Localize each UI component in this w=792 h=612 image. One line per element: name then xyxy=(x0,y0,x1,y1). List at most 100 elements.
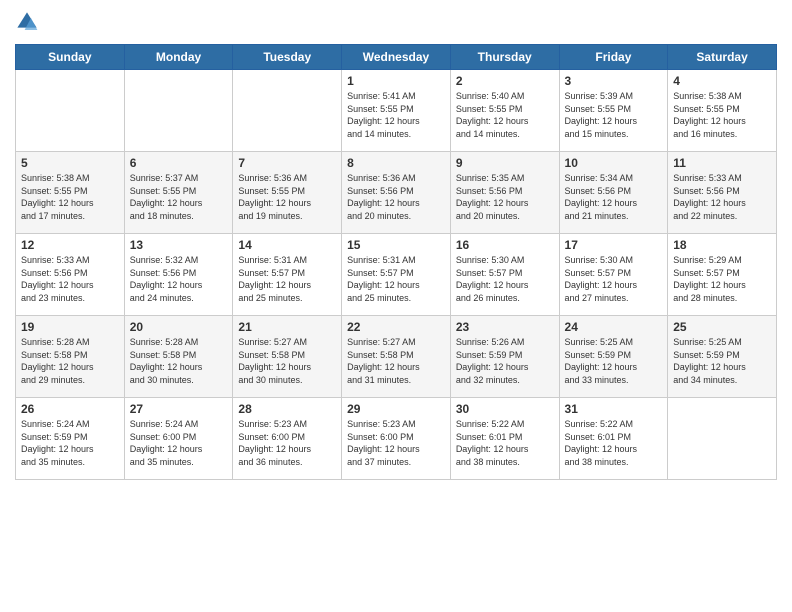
weekday-saturday: Saturday xyxy=(668,45,777,70)
weekday-sunday: Sunday xyxy=(16,45,125,70)
day-number: 4 xyxy=(673,74,771,88)
logo xyxy=(15,10,43,34)
day-number: 12 xyxy=(21,238,119,252)
day-info: Sunrise: 5:28 AM Sunset: 5:58 PM Dayligh… xyxy=(130,336,228,386)
calendar-cell: 27 Sunrise: 5:24 AM Sunset: 6:00 PM Dayli… xyxy=(124,398,233,480)
day-info: Sunrise: 5:32 AM Sunset: 5:56 PM Dayligh… xyxy=(130,254,228,304)
day-number: 21 xyxy=(238,320,336,334)
calendar-cell: 5 Sunrise: 5:38 AM Sunset: 5:55 PM Daylig… xyxy=(16,152,125,234)
calendar-cell: 4 Sunrise: 5:38 AM Sunset: 5:55 PM Daylig… xyxy=(668,70,777,152)
day-info: Sunrise: 5:36 AM Sunset: 5:56 PM Dayligh… xyxy=(347,172,445,222)
day-number: 27 xyxy=(130,402,228,416)
day-number: 2 xyxy=(456,74,554,88)
calendar-cell xyxy=(233,70,342,152)
day-info: Sunrise: 5:33 AM Sunset: 5:56 PM Dayligh… xyxy=(21,254,119,304)
calendar-cell xyxy=(16,70,125,152)
day-info: Sunrise: 5:22 AM Sunset: 6:01 PM Dayligh… xyxy=(565,418,663,468)
calendar-cell: 10 Sunrise: 5:34 AM Sunset: 5:56 PM Dayli… xyxy=(559,152,668,234)
calendar-cell: 2Sunrise: 5:40 AM Sunset: 5:55 PM Daylig… xyxy=(450,70,559,152)
day-number: 16 xyxy=(456,238,554,252)
day-info: Sunrise: 5:36 AM Sunset: 5:55 PM Dayligh… xyxy=(238,172,336,222)
day-info: Sunrise: 5:33 AM Sunset: 5:56 PM Dayligh… xyxy=(673,172,771,222)
day-info: Sunrise: 5:34 AM Sunset: 5:56 PM Dayligh… xyxy=(565,172,663,222)
day-info: Sunrise: 5:24 AM Sunset: 6:00 PM Dayligh… xyxy=(130,418,228,468)
calendar-cell xyxy=(668,398,777,480)
day-info: Sunrise: 5:27 AM Sunset: 5:58 PM Dayligh… xyxy=(238,336,336,386)
day-number: 23 xyxy=(456,320,554,334)
calendar-cell: 29Sunrise: 5:23 AM Sunset: 6:00 PM Dayli… xyxy=(342,398,451,480)
day-info: Sunrise: 5:38 AM Sunset: 5:55 PM Dayligh… xyxy=(673,90,771,140)
day-number: 11 xyxy=(673,156,771,170)
day-number: 9 xyxy=(456,156,554,170)
day-number: 24 xyxy=(565,320,663,334)
calendar-cell: 14 Sunrise: 5:31 AM Sunset: 5:57 PM Dayli… xyxy=(233,234,342,316)
day-number: 25 xyxy=(673,320,771,334)
day-number: 5 xyxy=(21,156,119,170)
day-info: Sunrise: 5:27 AM Sunset: 5:58 PM Dayligh… xyxy=(347,336,445,386)
day-info: Sunrise: 5:31 AM Sunset: 5:57 PM Dayligh… xyxy=(347,254,445,304)
calendar-cell: 15 Sunrise: 5:31 AM Sunset: 5:57 PM Dayli… xyxy=(342,234,451,316)
day-number: 7 xyxy=(238,156,336,170)
day-number: 19 xyxy=(21,320,119,334)
calendar-cell: 28 Sunrise: 5:23 AM Sunset: 6:00 PM Dayli… xyxy=(233,398,342,480)
calendar-cell: 16Sunrise: 5:30 AM Sunset: 5:57 PM Dayli… xyxy=(450,234,559,316)
day-info: Sunrise: 5:22 AM Sunset: 6:01 PM Dayligh… xyxy=(456,418,554,468)
day-info: Sunrise: 5:23 AM Sunset: 6:00 PM Dayligh… xyxy=(347,418,445,468)
day-info: Sunrise: 5:28 AM Sunset: 5:58 PM Dayligh… xyxy=(21,336,119,386)
calendar-cell: 30 Sunrise: 5:22 AM Sunset: 6:01 PM Dayli… xyxy=(450,398,559,480)
calendar-cell: 22Sunrise: 5:27 AM Sunset: 5:58 PM Dayli… xyxy=(342,316,451,398)
day-number: 3 xyxy=(565,74,663,88)
calendar-cell: 9Sunrise: 5:35 AM Sunset: 5:56 PM Daylig… xyxy=(450,152,559,234)
weekday-header-row: SundayMondayTuesdayWednesdayThursdayFrid… xyxy=(16,45,777,70)
calendar-cell: 17Sunrise: 5:30 AM Sunset: 5:57 PM Dayli… xyxy=(559,234,668,316)
day-info: Sunrise: 5:25 AM Sunset: 5:59 PM Dayligh… xyxy=(673,336,771,386)
page-container: SundayMondayTuesdayWednesdayThursdayFrid… xyxy=(0,0,792,490)
day-number: 10 xyxy=(565,156,663,170)
day-info: Sunrise: 5:23 AM Sunset: 6:00 PM Dayligh… xyxy=(238,418,336,468)
calendar-table: SundayMondayTuesdayWednesdayThursdayFrid… xyxy=(15,44,777,480)
day-info: Sunrise: 5:29 AM Sunset: 5:57 PM Dayligh… xyxy=(673,254,771,304)
day-info: Sunrise: 5:25 AM Sunset: 5:59 PM Dayligh… xyxy=(565,336,663,386)
day-number: 1 xyxy=(347,74,445,88)
day-info: Sunrise: 5:38 AM Sunset: 5:55 PM Dayligh… xyxy=(21,172,119,222)
calendar-cell: 31Sunrise: 5:22 AM Sunset: 6:01 PM Dayli… xyxy=(559,398,668,480)
calendar-week-0: 1 Sunrise: 5:41 AM Sunset: 5:55 PM Daylig… xyxy=(16,70,777,152)
calendar-cell: 19 Sunrise: 5:28 AM Sunset: 5:58 PM Dayli… xyxy=(16,316,125,398)
calendar-week-1: 5 Sunrise: 5:38 AM Sunset: 5:55 PM Daylig… xyxy=(16,152,777,234)
calendar-week-2: 12 Sunrise: 5:33 AM Sunset: 5:56 PM Dayli… xyxy=(16,234,777,316)
weekday-friday: Friday xyxy=(559,45,668,70)
weekday-tuesday: Tuesday xyxy=(233,45,342,70)
day-number: 26 xyxy=(21,402,119,416)
calendar-cell: 6Sunrise: 5:37 AM Sunset: 5:55 PM Daylig… xyxy=(124,152,233,234)
day-info: Sunrise: 5:26 AM Sunset: 5:59 PM Dayligh… xyxy=(456,336,554,386)
day-number: 8 xyxy=(347,156,445,170)
calendar-cell: 21 Sunrise: 5:27 AM Sunset: 5:58 PM Dayli… xyxy=(233,316,342,398)
header xyxy=(15,10,777,34)
logo-icon xyxy=(15,10,39,34)
calendar-cell: 8 Sunrise: 5:36 AM Sunset: 5:56 PM Daylig… xyxy=(342,152,451,234)
day-info: Sunrise: 5:24 AM Sunset: 5:59 PM Dayligh… xyxy=(21,418,119,468)
day-number: 28 xyxy=(238,402,336,416)
calendar-cell: 24 Sunrise: 5:25 AM Sunset: 5:59 PM Dayli… xyxy=(559,316,668,398)
calendar-week-3: 19 Sunrise: 5:28 AM Sunset: 5:58 PM Dayli… xyxy=(16,316,777,398)
day-number: 13 xyxy=(130,238,228,252)
calendar-cell: 18 Sunrise: 5:29 AM Sunset: 5:57 PM Dayli… xyxy=(668,234,777,316)
calendar-cell: 23 Sunrise: 5:26 AM Sunset: 5:59 PM Dayli… xyxy=(450,316,559,398)
day-number: 15 xyxy=(347,238,445,252)
calendar-cell: 25 Sunrise: 5:25 AM Sunset: 5:59 PM Dayli… xyxy=(668,316,777,398)
day-number: 20 xyxy=(130,320,228,334)
calendar-cell: 13 Sunrise: 5:32 AM Sunset: 5:56 PM Dayli… xyxy=(124,234,233,316)
weekday-wednesday: Wednesday xyxy=(342,45,451,70)
day-info: Sunrise: 5:37 AM Sunset: 5:55 PM Dayligh… xyxy=(130,172,228,222)
day-number: 30 xyxy=(456,402,554,416)
calendar-cell: 20 Sunrise: 5:28 AM Sunset: 5:58 PM Dayli… xyxy=(124,316,233,398)
day-info: Sunrise: 5:30 AM Sunset: 5:57 PM Dayligh… xyxy=(565,254,663,304)
day-info: Sunrise: 5:39 AM Sunset: 5:55 PM Dayligh… xyxy=(565,90,663,140)
day-info: Sunrise: 5:31 AM Sunset: 5:57 PM Dayligh… xyxy=(238,254,336,304)
calendar-cell: 11 Sunrise: 5:33 AM Sunset: 5:56 PM Dayli… xyxy=(668,152,777,234)
calendar-cell: 12 Sunrise: 5:33 AM Sunset: 5:56 PM Dayli… xyxy=(16,234,125,316)
day-info: Sunrise: 5:41 AM Sunset: 5:55 PM Dayligh… xyxy=(347,90,445,140)
day-number: 14 xyxy=(238,238,336,252)
weekday-thursday: Thursday xyxy=(450,45,559,70)
day-number: 18 xyxy=(673,238,771,252)
